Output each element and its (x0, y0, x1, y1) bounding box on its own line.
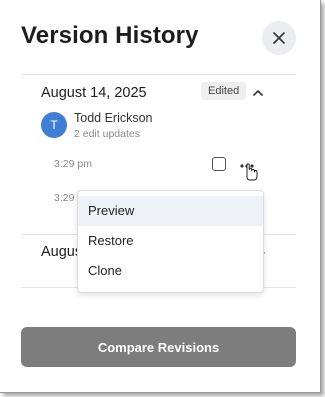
more-options-button[interactable] (238, 157, 258, 181)
version-history-panel: Version History August 14, 2025 Edited T… (0, 0, 321, 393)
entry-date[interactable]: August 14, 2025 (41, 85, 147, 101)
close-button[interactable] (262, 21, 296, 55)
menu-item-preview[interactable]: Preview (78, 196, 263, 226)
edit-updates-count: 2 edit updates (74, 128, 140, 140)
context-menu: Preview Restore Clone (77, 190, 264, 293)
divider (21, 74, 296, 75)
close-icon (273, 32, 285, 44)
chevron-up-icon (253, 90, 263, 96)
update-time: 3:29 pm (54, 158, 92, 170)
user-name: Todd Erickson (74, 111, 153, 125)
status-badge: Edited (201, 82, 247, 100)
panel-title: Version History (21, 22, 199, 49)
more-options-icon (240, 163, 258, 181)
update-checkbox[interactable] (212, 157, 226, 171)
avatar: T (41, 112, 67, 138)
menu-item-clone[interactable]: Clone (78, 256, 263, 286)
collapse-button[interactable] (252, 85, 264, 103)
menu-item-restore[interactable]: Restore (78, 226, 263, 256)
compare-revisions-button[interactable]: Compare Revisions (21, 327, 296, 367)
update-time: 3:29 (54, 192, 75, 204)
